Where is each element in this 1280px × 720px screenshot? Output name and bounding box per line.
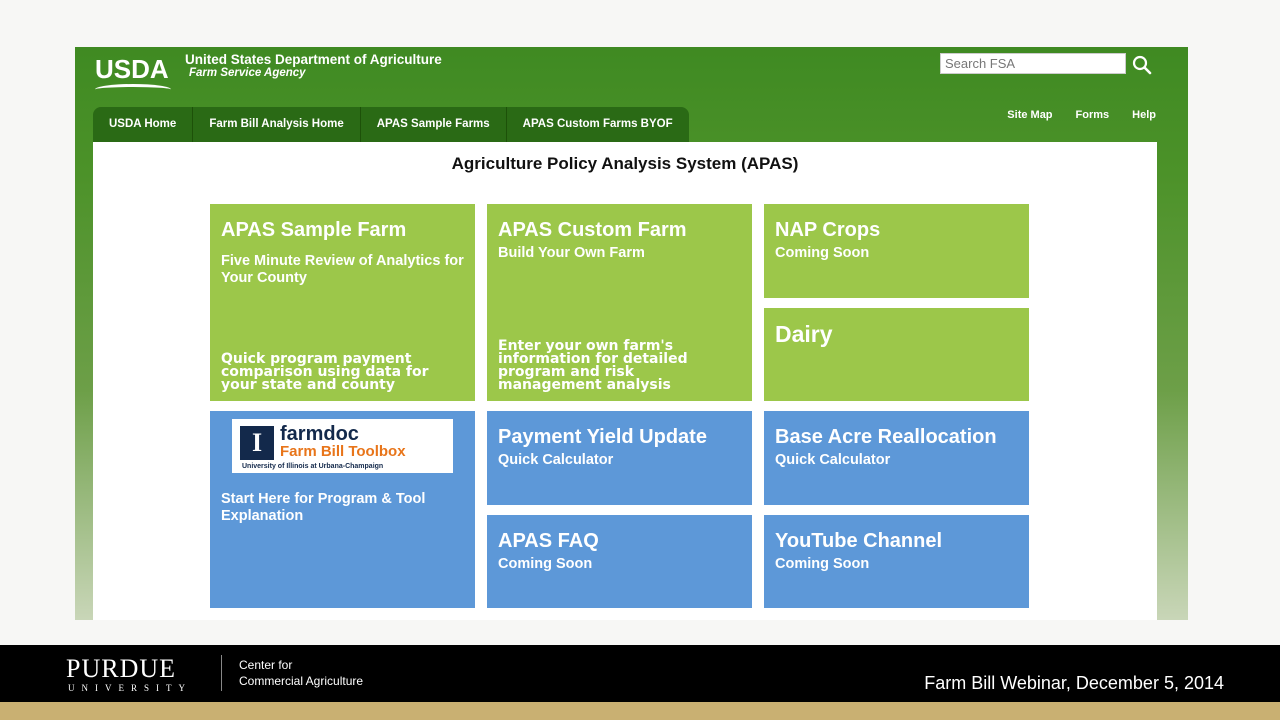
tile-title: Dairy — [775, 321, 833, 347]
tile-apas-faq[interactable]: APAS FAQ Coming Soon — [487, 515, 752, 608]
tile-title: YouTube Channel — [775, 530, 943, 552]
tile-description: Enter your own farm's information for de… — [498, 338, 688, 393]
main-content: Agriculture Policy Analysis System (APAS… — [93, 142, 1157, 620]
tile-apas-custom-farm[interactable]: APAS Custom Farm Build Your Own Farm Ent… — [487, 204, 752, 401]
tile-title: Payment Yield Update — [498, 426, 707, 448]
help-link[interactable]: Help — [1132, 109, 1156, 121]
center-line-1: Center for — [239, 658, 293, 672]
main-nav: USDA Home Farm Bill Analysis Home APAS S… — [93, 107, 689, 142]
illinois-i-icon: I — [240, 426, 274, 460]
nav-usda-home[interactable]: USDA Home — [93, 107, 194, 142]
tile-nap-crops[interactable]: NAP Crops Coming Soon — [764, 204, 1029, 298]
nav-apas-custom-farms[interactable]: APAS Custom Farms BYOF — [507, 107, 689, 142]
forms-link[interactable]: Forms — [1076, 109, 1110, 121]
tile-title: APAS Sample Farm — [221, 219, 407, 241]
tile-payment-yield-update[interactable]: Payment Yield Update Quick Calculator — [487, 411, 752, 505]
tile-title: Base Acre Reallocation — [775, 426, 997, 448]
tile-subtitle: Quick Calculator — [498, 452, 614, 468]
search-icon[interactable] — [1131, 54, 1153, 76]
farm-bill-toolbox-wordmark: Farm Bill Toolbox — [280, 443, 406, 460]
purdue-wordmark: PURDUE — [66, 654, 177, 683]
tile-dairy[interactable]: Dairy — [764, 308, 1029, 401]
purdue-university-text: UNIVERSITY — [68, 683, 192, 693]
tile-youtube-channel[interactable]: YouTube Channel Coming Soon — [764, 515, 1029, 608]
center-line-2: Commercial Agriculture — [239, 674, 364, 688]
tile-base-acre-reallocation[interactable]: Base Acre Reallocation Quick Calculator — [764, 411, 1029, 505]
webinar-caption: Farm Bill Webinar, December 5, 2014 — [924, 673, 1224, 693]
center-name: Center for Commercial Agriculture — [239, 657, 363, 689]
tile-subtitle: Build Your Own Farm — [498, 245, 645, 261]
purdue-logo: PURDUE UNIVERSITY — [66, 655, 192, 694]
tile-subtitle: Coming Soon — [775, 245, 870, 261]
tile-title: APAS FAQ — [498, 530, 599, 552]
tile-subtitle: Start Here for Program & Tool Explanatio… — [221, 491, 426, 524]
utility-links: Site Map Forms Help — [1007, 109, 1156, 121]
tile-subtitle: Coming Soon — [498, 556, 593, 572]
tile-description: Quick program payment comparison using d… — [221, 351, 429, 393]
agency-name: Farm Service Agency — [189, 67, 306, 79]
tile-apas-sample-farm[interactable]: APAS Sample Farm Five Minute Review of A… — [210, 204, 475, 401]
page-title: Agriculture Policy Analysis System (APAS… — [451, 154, 799, 173]
university-of-illinois-text: University of Illinois at Urbana-Champai… — [242, 463, 384, 470]
usda-browser-page: USDA United States Department of Agricul… — [75, 47, 1188, 620]
nav-farm-bill-analysis-home[interactable]: Farm Bill Analysis Home — [193, 107, 361, 142]
slide-footer: PURDUE UNIVERSITY Center for Commercial … — [0, 645, 1280, 702]
gold-bar — [0, 702, 1280, 720]
tile-subtitle: Five Minute Review of Analytics for Your… — [221, 253, 464, 286]
usda-swoosh-icon — [95, 84, 171, 95]
tile-subtitle: Quick Calculator — [775, 452, 891, 468]
farmdoc-wordmark: farmdoc — [280, 423, 359, 445]
agency-header: United States Department of Agriculture … — [185, 52, 442, 80]
usda-logo[interactable]: USDA — [95, 54, 171, 92]
site-map-link[interactable]: Site Map — [1007, 109, 1052, 121]
tile-farmdoc-toolbox[interactable]: I farmdoc Farm Bill Toolbox University o… — [210, 411, 475, 608]
tile-title: APAS Custom Farm — [498, 219, 687, 241]
usda-logo-text: USDA — [95, 54, 169, 84]
nav-apas-sample-farms[interactable]: APAS Sample Farms — [361, 107, 507, 142]
search-input[interactable]: Search FSA — [940, 53, 1126, 74]
tile-subtitle: Coming Soon — [775, 556, 870, 572]
farmdoc-logo: I farmdoc Farm Bill Toolbox University o… — [232, 419, 453, 473]
department-name: United States Department of Agriculture — [185, 52, 442, 67]
tile-title: NAP Crops — [775, 219, 881, 241]
footer-divider — [221, 655, 222, 691]
